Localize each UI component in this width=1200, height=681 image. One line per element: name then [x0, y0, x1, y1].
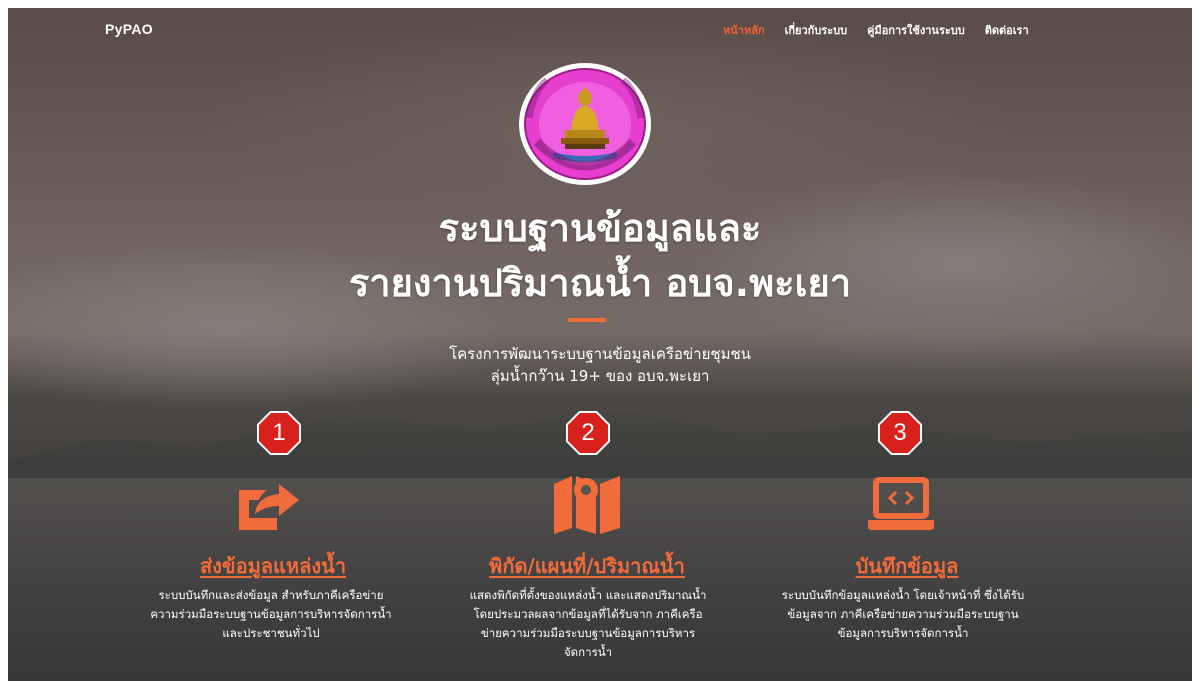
step-badge-3: 3 — [880, 413, 920, 453]
step-badge-2: 2 — [568, 413, 608, 453]
desc-line: และประชาชนทั่วไป — [222, 626, 320, 640]
feature-desc-send-data: ระบบบันทึกและส่งข้อมูล สำหรับภาคีเครือข่… — [121, 586, 421, 643]
map-icon[interactable] — [552, 470, 622, 534]
nav-item-manual[interactable]: คู่มือการใช้งานระบบ — [867, 21, 965, 39]
desc-line: ข้อมูลการบริหารจัดการน้ำ — [837, 626, 969, 640]
nav-item-about[interactable]: เกี่ยวกับระบบ — [785, 21, 847, 39]
step-badge-1: 1 — [259, 413, 299, 453]
title-divider — [568, 318, 606, 322]
feature-desc-record-data: ระบบบันทึกข้อมูลแหล่งน้ำ โดยเจ้าหน้าที่ … — [753, 586, 1053, 643]
feature-desc-map: แสดงพิกัดที่ตั้งของแหล่งน้ำ และแสดงปริมา… — [438, 586, 738, 662]
page-title-line-1: ระบบฐานข้อมูลและ — [438, 206, 762, 250]
desc-line: จัดการน้ำ — [563, 645, 613, 659]
share-icon[interactable] — [235, 470, 305, 534]
page-subtitle: โครงการพัฒนาระบบฐานข้อมูลเครือข่ายชุมชน … — [0, 343, 1200, 387]
desc-line: ระบบบันทึกและส่งข้อมูล สำหรับภาคีเครือข่… — [158, 588, 384, 602]
desc-line: ข้อมูลจาก ภาคีเครือข่ายความร่วมมือระบบฐา… — [787, 607, 1019, 621]
page-title-line-2: รายงานปริมาณน้ำ อบจ.พะเยา — [348, 261, 852, 305]
subtitle-line-2: ลุ่มน้ำกว๊าน 19+ ของ อบจ.พะเยา — [490, 367, 710, 385]
desc-line: โดยประมวลผลจากข้อมูลที่ได้รับจาก ภาคีเคร… — [473, 607, 703, 621]
feature-title-record-data[interactable]: บันทึกข้อมูล — [747, 550, 1067, 582]
feature-title-send-data[interactable]: ส่งข้อมูลแหล่งน้ำ — [113, 550, 433, 582]
subtitle-line-1: โครงการพัฒนาระบบฐานข้อมูลเครือข่ายชุมชน — [449, 345, 751, 363]
laptop-code-icon[interactable] — [866, 470, 936, 534]
feature-title-map[interactable]: พิกัด/แผนที่/ปริมาณน้ำ — [427, 550, 747, 582]
nav-item-contact[interactable]: ติดต่อเรา — [985, 21, 1029, 39]
desc-line: ความร่วมมือระบบฐานข้อมูลการบริหารจัดการน… — [150, 607, 392, 621]
top-nav: หน้าหลัก เกี่ยวกับระบบ คู่มือการใช้งานระ… — [723, 21, 1029, 39]
nav-item-home[interactable]: หน้าหลัก — [723, 21, 765, 39]
desc-line: ข่ายความร่วมมือระบบฐานข้อมูลการบริหาร — [480, 626, 696, 640]
organization-seal-logo — [519, 63, 651, 185]
desc-line: แสดงพิกัดที่ตั้งของแหล่งน้ำ และแสดงปริมา… — [469, 588, 707, 602]
desc-line: ระบบบันทึกข้อมูลแหล่งน้ำ โดยเจ้าหน้าที่ … — [781, 588, 1025, 602]
brand-logo-text[interactable]: PyPAO — [105, 21, 153, 37]
